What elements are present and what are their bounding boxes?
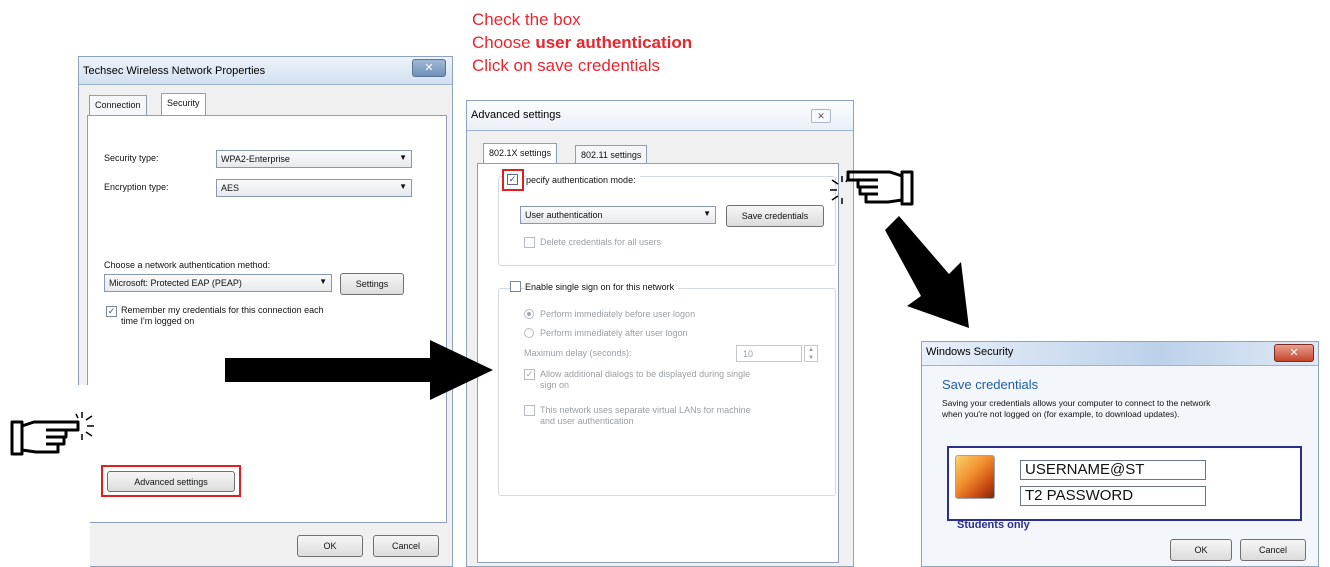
before-logon-label: Perform immediately before user logon: [540, 309, 696, 319]
auth-mode-select[interactable]: User authentication ▼: [520, 206, 716, 224]
tab-8021x-settings[interactable]: 802.1X settings: [483, 143, 558, 165]
before-logon-radio[interactable]: [524, 309, 534, 319]
enable-sso-checkbox[interactable]: [510, 281, 521, 292]
chevron-down-icon: ▼: [319, 277, 327, 286]
close-icon[interactable]: ✕: [811, 109, 831, 123]
max-delay-label: Maximum delay (seconds):: [524, 348, 632, 358]
encryption-type-label: Encryption type:: [104, 182, 169, 192]
tab-strip: Connection Security: [87, 93, 447, 115]
password-field[interactable]: T2 PASSWORD: [1020, 486, 1206, 506]
cancel-button[interactable]: Cancel: [373, 535, 439, 557]
tab-80211-settings[interactable]: 802.11 settings: [575, 145, 648, 165]
advanced-tab-strip: 802.1X settings 802.11 settings: [477, 143, 837, 165]
specify-auth-mode-label: pecify authentication mode:: [526, 175, 640, 185]
network-properties-titlebar: Techsec Wireless Network Properties: [79, 57, 452, 85]
username-field[interactable]: USERNAME@ST: [1020, 460, 1206, 480]
save-credentials-button[interactable]: Save credentials: [726, 205, 824, 227]
enable-sso-label: Enable single sign on for this network: [525, 282, 679, 292]
after-logon-label: Perform immediately after user logon: [540, 328, 688, 338]
instruction-check-box: Check the box: [472, 10, 581, 29]
encryption-type-select[interactable]: AES ▼: [216, 179, 412, 197]
tab-security[interactable]: Security: [161, 93, 206, 115]
pointing-hand-icon: [10, 412, 94, 456]
sso-group: [498, 288, 836, 496]
separate-vlan-checkbox[interactable]: [524, 405, 535, 416]
instruction-save-credentials: Click on save credentials: [472, 56, 661, 75]
security-type-select[interactable]: WPA2-Enterprise ▼: [216, 150, 412, 168]
ok-button[interactable]: OK: [1170, 539, 1232, 561]
advanced-settings-titlebar: Advanced settings: [467, 101, 853, 131]
ok-button[interactable]: OK: [297, 535, 363, 557]
8021x-tab-panel: ✓ pecify authentication mode: User authe…: [477, 163, 839, 563]
students-only-label: Students only: [957, 519, 1030, 531]
security-type-label: Security type:: [104, 153, 159, 163]
settings-button[interactable]: Settings: [340, 273, 404, 295]
delete-credentials-checkbox[interactable]: [524, 237, 535, 248]
cancel-button[interactable]: Cancel: [1240, 539, 1306, 561]
close-icon[interactable]: ✕: [1274, 344, 1314, 362]
specify-auth-mode-checkbox[interactable]: ✓: [507, 174, 518, 185]
allow-dialogs-label: Allow additional dialogs to be displayed…: [540, 369, 751, 390]
remember-credentials-label: Remember my credentials for this connect…: [121, 305, 324, 326]
credentials-description: Saving your credentials allows your comp…: [942, 398, 1211, 419]
chevron-down-icon: ▼: [399, 153, 407, 162]
instructions-text: Check the box Choose user authentication…: [472, 8, 692, 77]
instruction-choose-auth: Choose user authentication: [472, 33, 693, 52]
right-arrow-icon: [225, 340, 493, 400]
allow-dialogs-checkbox[interactable]: ✓: [524, 369, 535, 380]
windows-security-dialog: Windows Security ✕ Save credentials Savi…: [921, 341, 1319, 567]
pointing-hand-icon: [830, 170, 914, 206]
credentials-heading: Save credentials: [942, 377, 1039, 392]
separate-vlan-label: This network uses separate virtual LANs …: [540, 405, 751, 426]
advanced-settings-dialog: Advanced settings ✕ 802.1X settings 802.…: [466, 100, 854, 567]
credential-tile: [947, 446, 1302, 521]
windows-security-title: Windows Security: [926, 346, 1014, 358]
remember-credentials-checkbox[interactable]: ✓: [106, 306, 117, 317]
tab-connection[interactable]: Connection: [89, 95, 147, 115]
max-delay-spinner[interactable]: ▲ ▼: [804, 345, 818, 362]
advanced-settings-button[interactable]: Advanced settings: [107, 471, 235, 492]
chevron-down-icon: ▼: [703, 209, 711, 218]
security-tab-panel: Security type: WPA2-Enterprise ▼ Encrypti…: [87, 115, 447, 523]
after-logon-radio[interactable]: [524, 328, 534, 338]
auth-method-label: Choose a network authentication method:: [104, 260, 271, 270]
windows-security-titlebar: Windows Security: [922, 342, 1318, 366]
close-icon[interactable]: ✕: [412, 59, 446, 77]
max-delay-field[interactable]: 10: [736, 345, 802, 362]
chevron-down-icon: ▼: [399, 182, 407, 191]
advanced-settings-title: Advanced settings: [471, 109, 561, 121]
user-tile-avatar: [955, 455, 995, 499]
down-right-arrow-icon: [885, 216, 969, 328]
auth-method-select[interactable]: Microsoft: Protected EAP (PEAP) ▼: [104, 274, 332, 292]
delete-credentials-label: Delete credentials for all users: [540, 237, 662, 247]
network-properties-dialog: Techsec Wireless Network Properties ✕ Co…: [78, 56, 453, 567]
network-properties-title: Techsec Wireless Network Properties: [83, 65, 266, 77]
